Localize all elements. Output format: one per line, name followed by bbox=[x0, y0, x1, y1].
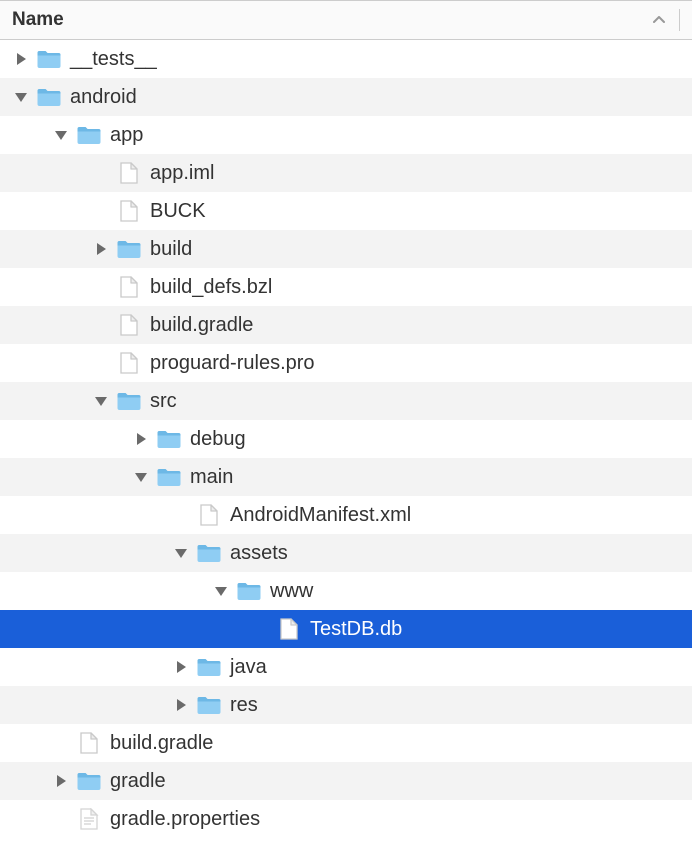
file-icon bbox=[116, 314, 142, 336]
file-icon bbox=[116, 162, 142, 184]
tree-item-label: BUCK bbox=[150, 200, 206, 223]
disclosure-closed-icon[interactable] bbox=[172, 696, 190, 714]
tree-row[interactable]: build bbox=[0, 230, 692, 268]
tree-item-label: java bbox=[230, 656, 267, 679]
disclosure-closed-icon[interactable] bbox=[12, 50, 30, 68]
folder-icon bbox=[156, 466, 182, 488]
tree-item-label: android bbox=[70, 86, 137, 109]
disclosure-open-icon[interactable] bbox=[12, 88, 30, 106]
tree-row[interactable]: TestDB.db bbox=[0, 610, 692, 648]
file-tree: __tests__android app app.iml BUCK build build… bbox=[0, 40, 692, 838]
tree-row[interactable]: BUCK bbox=[0, 192, 692, 230]
tree-row[interactable]: res bbox=[0, 686, 692, 724]
tree-item-label: res bbox=[230, 694, 258, 717]
folder-icon bbox=[76, 770, 102, 792]
tree-row[interactable]: gradle bbox=[0, 762, 692, 800]
tree-row[interactable]: app.iml bbox=[0, 154, 692, 192]
tree-row[interactable]: proguard-rules.pro bbox=[0, 344, 692, 382]
tree-item-label: build.gradle bbox=[110, 732, 213, 755]
tree-item-label: AndroidManifest.xml bbox=[230, 504, 411, 527]
tree-item-label: app.iml bbox=[150, 162, 214, 185]
tree-row[interactable]: AndroidManifest.xml bbox=[0, 496, 692, 534]
file-icon bbox=[196, 504, 222, 526]
file-icon bbox=[116, 352, 142, 374]
file-icon bbox=[276, 618, 302, 640]
tree-row[interactable]: android bbox=[0, 78, 692, 116]
tree-item-label: main bbox=[190, 466, 233, 489]
tree-row[interactable]: src bbox=[0, 382, 692, 420]
disclosure-closed-icon[interactable] bbox=[92, 240, 110, 258]
folder-icon bbox=[116, 390, 142, 412]
tree-row[interactable]: app bbox=[0, 116, 692, 154]
tree-item-label: build_defs.bzl bbox=[150, 276, 272, 299]
tree-row[interactable]: assets bbox=[0, 534, 692, 572]
tree-item-label: src bbox=[150, 390, 177, 413]
tree-row[interactable]: java bbox=[0, 648, 692, 686]
tree-row[interactable]: build.gradle bbox=[0, 724, 692, 762]
tree-item-label: proguard-rules.pro bbox=[150, 352, 315, 375]
column-header[interactable]: Name bbox=[0, 0, 692, 40]
file-icon bbox=[116, 276, 142, 298]
folder-icon bbox=[196, 694, 222, 716]
disclosure-open-icon[interactable] bbox=[52, 126, 70, 144]
disclosure-open-icon[interactable] bbox=[132, 468, 150, 486]
disclosure-open-icon[interactable] bbox=[172, 544, 190, 562]
tree-item-label: app bbox=[110, 124, 143, 147]
tree-row[interactable]: __tests__ bbox=[0, 40, 692, 78]
tree-item-label: www bbox=[270, 580, 313, 603]
tree-item-label: assets bbox=[230, 542, 288, 565]
tree-row[interactable]: www bbox=[0, 572, 692, 610]
folder-icon bbox=[196, 656, 222, 678]
tree-item-label: build.gradle bbox=[150, 314, 253, 337]
tree-row[interactable]: build_defs.bzl bbox=[0, 268, 692, 306]
disclosure-closed-icon[interactable] bbox=[132, 430, 150, 448]
folder-icon bbox=[36, 86, 62, 108]
disclosure-open-icon[interactable] bbox=[212, 582, 230, 600]
tree-item-label: gradle bbox=[110, 770, 166, 793]
disclosure-open-icon[interactable] bbox=[92, 392, 110, 410]
tree-row[interactable]: main bbox=[0, 458, 692, 496]
file-icon bbox=[76, 732, 102, 754]
tree-row[interactable]: build.gradle bbox=[0, 306, 692, 344]
folder-icon bbox=[196, 542, 222, 564]
file-text-icon bbox=[76, 808, 102, 830]
tree-row[interactable]: debug bbox=[0, 420, 692, 458]
folder-icon bbox=[156, 428, 182, 450]
file-icon bbox=[116, 200, 142, 222]
tree-item-label: gradle.properties bbox=[110, 808, 260, 831]
tree-item-label: TestDB.db bbox=[310, 618, 402, 641]
column-title: Name bbox=[12, 9, 653, 31]
column-divider bbox=[679, 9, 680, 31]
disclosure-closed-icon[interactable] bbox=[172, 658, 190, 676]
tree-item-label: build bbox=[150, 238, 192, 261]
folder-icon bbox=[36, 48, 62, 70]
tree-row[interactable]: gradle.properties bbox=[0, 800, 692, 838]
tree-item-label: debug bbox=[190, 428, 246, 451]
disclosure-closed-icon[interactable] bbox=[52, 772, 70, 790]
folder-icon bbox=[76, 124, 102, 146]
folder-icon bbox=[116, 238, 142, 260]
sort-chevron-icon bbox=[653, 11, 671, 29]
tree-item-label: __tests__ bbox=[70, 48, 157, 71]
folder-icon bbox=[236, 580, 262, 602]
